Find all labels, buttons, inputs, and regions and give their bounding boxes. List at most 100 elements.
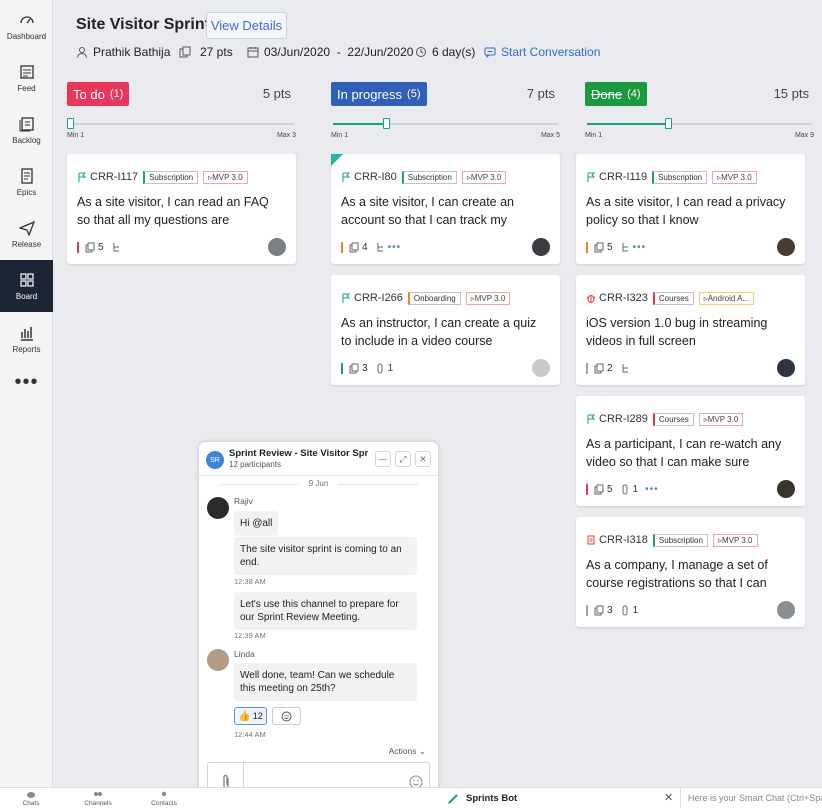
sidebar-item-label: Release [11, 239, 42, 249]
slider-max: Max 9 [794, 132, 814, 139]
card-id[interactable]: CRR-I119 [599, 171, 647, 183]
flag-icon [342, 293, 351, 303]
avatar[interactable] [207, 497, 229, 519]
chevron-down-icon: ⌄ [418, 746, 426, 756]
close-icon[interactable]: ✕ [415, 451, 431, 467]
smart-chat-input[interactable]: Here is your Smart Chat (Ctrl+Space) [680, 788, 822, 808]
release-tag-label: MVP 3.0 [212, 172, 243, 182]
more-icon[interactable]: ••• [633, 242, 647, 253]
points-icon [594, 605, 604, 615]
card-tag: Subscription [652, 533, 708, 547]
priority-bar [341, 362, 343, 374]
channels-icon [94, 792, 102, 796]
slider-min: Min 1 [67, 132, 85, 139]
release-tag-label: MVP 3.0 [707, 414, 739, 424]
more-icon[interactable]: ••• [645, 484, 659, 495]
minimize-icon[interactable]: — [375, 451, 391, 467]
actions-dropdown[interactable]: Actions ⌄ [389, 746, 426, 757]
sidebar: Dashboard Feed Backlog Epics Release Boa… [0, 0, 53, 787]
priority-bar [77, 241, 79, 253]
story-card[interactable]: CRR-I117 Subscription ▹ MVP 3.0 As a sit… [67, 154, 296, 264]
sidebar-item-backlog[interactable]: Backlog [0, 104, 53, 156]
reaction-count: 12 [252, 711, 263, 721]
start-conversation-link[interactable]: Start Conversation [484, 44, 600, 60]
sidebar-item-dashboard[interactable]: Dashboard [0, 0, 53, 52]
card-description: As a site visitor, I can read an FAQ so … [77, 195, 269, 227]
sidebar-item-board[interactable]: Board [0, 260, 53, 312]
story-card[interactable]: CRR-I80 Subscription ▹ MVP 3.0 As a site… [331, 154, 560, 264]
slider-thumb[interactable] [383, 118, 390, 129]
status-badge[interactable]: Done (4) [585, 82, 647, 106]
capacity-slider[interactable]: Min 1 Max 5 [331, 116, 560, 142]
slider-thumb[interactable] [665, 118, 672, 129]
avatar[interactable] [532, 238, 550, 256]
clock-icon [416, 47, 426, 57]
card-subtasks: 1 [387, 362, 394, 374]
avatar[interactable] [532, 359, 550, 377]
sprints-bot-tab[interactable]: Sprints Bot [447, 792, 517, 805]
card-description: As a site visitor, I can read a privacy … [586, 195, 786, 227]
view-details-button[interactable]: View Details [206, 12, 287, 39]
slider-thumb[interactable] [67, 118, 74, 129]
contacts-tab[interactable]: Contacts [144, 791, 184, 807]
sidebar-item-label: Backlog [12, 135, 41, 145]
feed-icon [19, 64, 34, 79]
sprint-owner: Prathik Bathija [76, 44, 170, 60]
release-tag: ▹ MVP 3.0 [698, 412, 744, 426]
status-badge[interactable]: In progress (5) [331, 82, 427, 106]
card-id[interactable]: CRR-I323 [599, 292, 648, 304]
add-reaction-button[interactable] [272, 707, 301, 725]
chat-participants[interactable]: 12 participants [229, 460, 281, 469]
message-bubble: Let's use this channel to prepare for ou… [234, 592, 417, 630]
card-id[interactable]: CRR-I80 [354, 171, 397, 183]
sidebar-item-release[interactable]: Release [0, 208, 53, 260]
status-label: In progress [337, 86, 403, 102]
chat-title: Sprint Review - Site Visitor Spr [229, 448, 369, 459]
card-id[interactable]: CRR-I117 [90, 171, 138, 183]
channels-tab[interactable]: Channels [78, 791, 118, 807]
priority-bar [586, 241, 588, 253]
sidebar-item-reports[interactable]: Reports [0, 313, 53, 365]
story-card[interactable]: CRR-I266 Onboarding ▹ MVP 3.0 As an inst… [331, 275, 560, 385]
flag-icon [342, 172, 351, 182]
card-points: 5 [98, 241, 104, 253]
story-card[interactable]: CRR-I318 Subscription ▹ MVP 3.0 As a com… [576, 517, 805, 627]
card-id[interactable]: CRR-I318 [599, 534, 648, 546]
close-icon[interactable]: ✕ [664, 791, 673, 804]
card-id[interactable]: CRR-I266 [354, 292, 403, 304]
sidebar-item-epics[interactable]: Epics [0, 156, 53, 208]
story-card[interactable]: CRR-I323 Courses ▹ Android A... iOS vers… [576, 275, 805, 385]
avatar[interactable] [207, 649, 229, 671]
channel-avatar: SR [206, 451, 224, 469]
subtask-icon [622, 242, 628, 251]
priority-bar [586, 362, 588, 374]
more-icon[interactable]: ••• [0, 372, 53, 392]
card-description: As a participant, I can re-watch any vid… [586, 437, 782, 469]
status-badge[interactable]: To do (1) [67, 82, 130, 106]
status-label: To do [73, 86, 105, 102]
more-icon[interactable]: ••• [388, 242, 402, 253]
avatar[interactable] [777, 601, 795, 619]
attachment-icon [622, 484, 628, 494]
channels-label: Channels [84, 800, 112, 807]
sidebar-item-feed[interactable]: Feed [0, 52, 53, 104]
reaction-thumbs-up[interactable]: 👍 12 [234, 707, 267, 725]
story-card[interactable]: CRR-I119 Subscription ▹ MVP 3.0 As a sit… [576, 154, 805, 264]
points-icon [594, 363, 604, 373]
chat-header[interactable]: SR Sprint Review - Site Visitor Spr 12 p… [199, 442, 438, 476]
story-card[interactable]: CRR-I289 Courses ▹ MVP 3.0 As a particip… [576, 396, 805, 506]
sprint-points: 27 pts [179, 44, 233, 60]
chat-window: SR Sprint Review - Site Visitor Spr 12 p… [199, 442, 438, 808]
avatar[interactable] [777, 480, 795, 498]
card-id[interactable]: CRR-I289 [599, 413, 648, 425]
dashboard-icon [19, 15, 34, 23]
card-points: 3 [362, 362, 368, 374]
avatar[interactable] [777, 359, 795, 377]
expand-icon[interactable]: ⤢ [395, 451, 411, 467]
bottom-bar: Chats Channels Contacts Sprints Bot ✕ He… [0, 787, 822, 808]
chats-tab[interactable]: Chats [11, 791, 51, 807]
capacity-slider[interactable]: Min 1 Max 9 [585, 116, 814, 142]
avatar[interactable] [777, 238, 795, 256]
capacity-slider[interactable]: Min 1 Max 3 [67, 116, 296, 142]
avatar[interactable] [268, 238, 286, 256]
